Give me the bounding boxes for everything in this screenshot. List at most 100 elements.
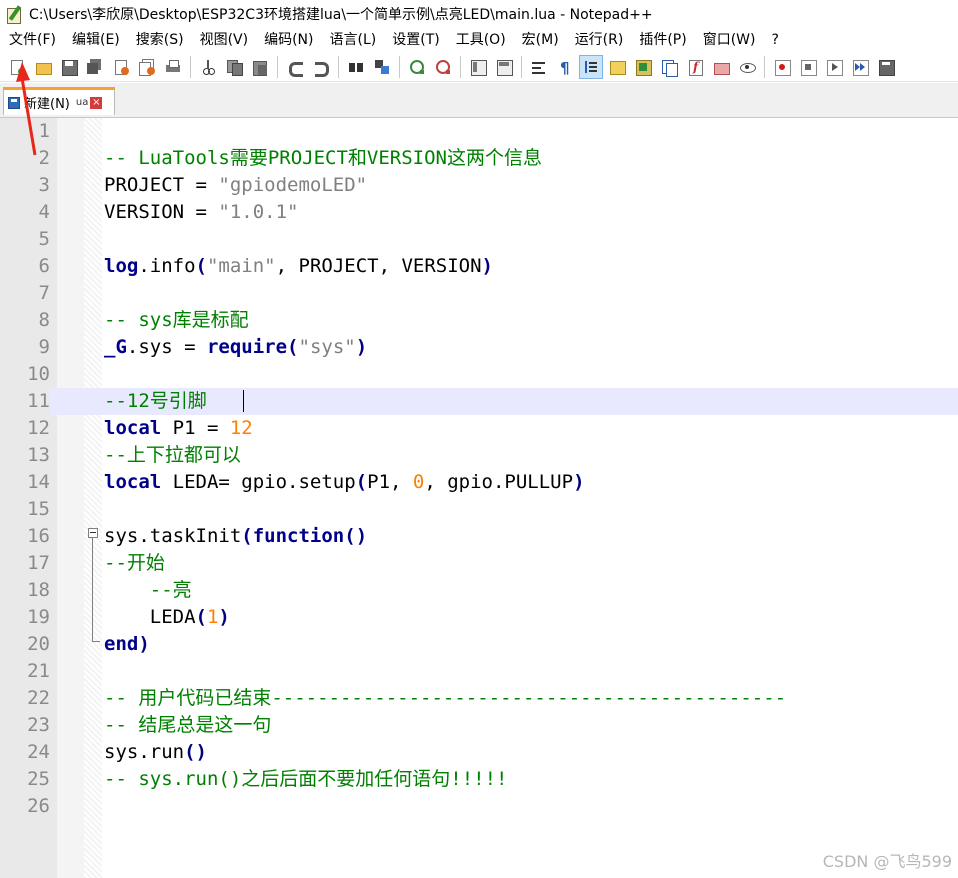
undo-button[interactable] [284, 56, 306, 78]
doc-map-icon [635, 59, 652, 76]
menu-item-2[interactable]: 搜索(S) [128, 28, 192, 52]
menu-item-0[interactable]: 文件(F) [0, 28, 64, 52]
code-line[interactable]: 1 [0, 118, 958, 145]
stop-macro-button[interactable] [797, 56, 819, 78]
word-wrap-button[interactable] [528, 56, 550, 78]
close-all-button[interactable] [136, 56, 158, 78]
save-button[interactable] [58, 56, 80, 78]
toolbar-separator [277, 55, 278, 78]
paste-button[interactable] [249, 56, 271, 78]
code-line[interactable]: 2 -- LuaTools需要PROJECT和VERSION这两个信息 [0, 145, 958, 172]
save-all-button[interactable] [84, 56, 106, 78]
code-editor[interactable]: 1 2 -- LuaTools需要PROJECT和VERSION这两个信息 3 PROJ… [0, 118, 958, 878]
show-all-chars-button[interactable]: ¶ [554, 56, 576, 78]
doc-map-button[interactable] [632, 56, 654, 78]
play-macro-button[interactable] [823, 56, 845, 78]
code-token-plain: sys.taskInit [104, 525, 242, 547]
code-line[interactable]: 14 local LEDA= gpio.setup(P1, 0, gpio.PUL… [0, 469, 958, 496]
line-number: 19 [27, 606, 50, 628]
code-token-string: "1.0.1" [218, 201, 299, 223]
code-text: -- 用户代码已结束------------------------------… [104, 685, 786, 712]
line-number: 15 [27, 498, 50, 520]
code-token-comment: -- 结尾总是这一句 [104, 714, 272, 736]
code-line[interactable]: 7 [0, 280, 958, 307]
code-line[interactable]: 25 -- sys.run()之后后面不要加任何语句!!!!! [0, 766, 958, 793]
monitor-button[interactable] [736, 56, 758, 78]
code-line[interactable]: 20 end) [0, 631, 958, 658]
tab-close-icon[interactable]: × [90, 96, 103, 109]
code-line[interactable]: 8 -- sys库是标配 [0, 307, 958, 334]
zoom-out-button[interactable] [432, 56, 454, 78]
cut-icon [200, 59, 216, 75]
code-line[interactable]: 19 LEDA(1) [0, 604, 958, 631]
code-line[interactable]: 24 sys.run() [0, 739, 958, 766]
code-line[interactable]: 9 _G.sys = require("sys") [0, 334, 958, 361]
find-button[interactable] [345, 56, 367, 78]
code-token-plain: , gpio.PULLUP [424, 471, 574, 493]
replace-button[interactable] [371, 56, 393, 78]
code-line[interactable]: 16 sys.taskInit(function() [0, 523, 958, 550]
menu-item-8[interactable]: 宏(M) [514, 28, 567, 52]
record-macro-button[interactable] [771, 56, 793, 78]
menu-item-4[interactable]: 编码(N) [256, 28, 321, 52]
code-line[interactable]: 22 -- 用户代码已结束----------------------------… [0, 685, 958, 712]
menu-item-6[interactable]: 设置(T) [384, 28, 447, 52]
code-token-keyword: local [104, 471, 162, 493]
zoom-in-button[interactable] [406, 56, 428, 78]
menu-item-3[interactable]: 视图(V) [192, 28, 257, 52]
code-token-plain: sys.run [104, 741, 185, 763]
cut-button[interactable] [197, 56, 219, 78]
code-token-plain: PROJECT [104, 174, 196, 196]
menu-item-1[interactable]: 编辑(E) [64, 28, 128, 52]
code-line[interactable]: 17 --开始 [0, 550, 958, 577]
code-line[interactable]: 5 [0, 226, 958, 253]
menu-item-5[interactable]: 语言(L) [322, 28, 385, 52]
sync-vertical-button[interactable] [467, 56, 489, 78]
save-macro-button[interactable] [875, 56, 897, 78]
code-line[interactable]: 3 PROJECT = "gpiodemoLED" [0, 172, 958, 199]
code-lines[interactable]: 1 2 -- LuaTools需要PROJECT和VERSION这两个信息 3 PROJ… [0, 118, 958, 820]
code-line[interactable]: 23 -- 结尾总是这一句 [0, 712, 958, 739]
run-macro-multiple-button[interactable] [849, 56, 871, 78]
menu-item-11[interactable]: 窗口(W) [695, 28, 764, 52]
line-number: 9 [38, 336, 50, 358]
code-line[interactable]: 4 VERSION = "1.0.1" [0, 199, 958, 226]
notepad-plus-plus-icon [5, 5, 23, 24]
close-button[interactable] [110, 56, 132, 78]
code-line[interactable]: 21 [0, 658, 958, 685]
menu-item-12[interactable]: ? [764, 28, 787, 52]
fold-guide-line [92, 538, 93, 641]
code-line[interactable]: 15 [0, 496, 958, 523]
redo-button[interactable] [310, 56, 332, 78]
code-token-comment: --亮 [149, 579, 192, 601]
menu-item-9[interactable]: 运行(R) [567, 28, 632, 52]
doc-list-button[interactable] [658, 56, 680, 78]
record-macro-icon [774, 59, 791, 76]
indent-guide-button[interactable] [579, 54, 603, 79]
code-text: -- sys.run()之后后面不要加任何语句!!!!! [104, 766, 507, 793]
toolbar-separator [521, 55, 522, 78]
language-button[interactable] [606, 56, 628, 78]
code-line[interactable]: 6 log.info("main", PROJECT, VERSION) [0, 253, 958, 280]
print-button[interactable] [162, 56, 184, 78]
code-line[interactable]: 18 --亮 [0, 577, 958, 604]
text-cursor [243, 390, 244, 412]
code-line[interactable]: 11 --12号引脚 [0, 388, 958, 415]
code-line[interactable]: 12 local P1 = 12 [0, 415, 958, 442]
fold-toggle-icon[interactable] [88, 528, 98, 538]
toolbar-separator [764, 55, 765, 78]
redo-icon [313, 59, 329, 77]
code-line[interactable]: 13 --上下拉都可以 [0, 442, 958, 469]
code-token-op: ( [355, 471, 368, 493]
copy-button[interactable] [223, 56, 245, 78]
code-line[interactable]: 26 [0, 793, 958, 820]
function-list-button[interactable]: f [684, 56, 706, 78]
code-line[interactable]: 10 [0, 361, 958, 388]
sync-horizontal-icon [496, 59, 513, 76]
menu-item-10[interactable]: 插件(P) [631, 28, 694, 52]
menu-item-7[interactable]: 工具(O) [448, 28, 514, 52]
folder-workspace-button[interactable] [710, 56, 732, 78]
code-token-op: () [344, 525, 368, 547]
sync-horizontal-button[interactable] [493, 56, 515, 78]
tab-extension: ua [75, 97, 89, 108]
